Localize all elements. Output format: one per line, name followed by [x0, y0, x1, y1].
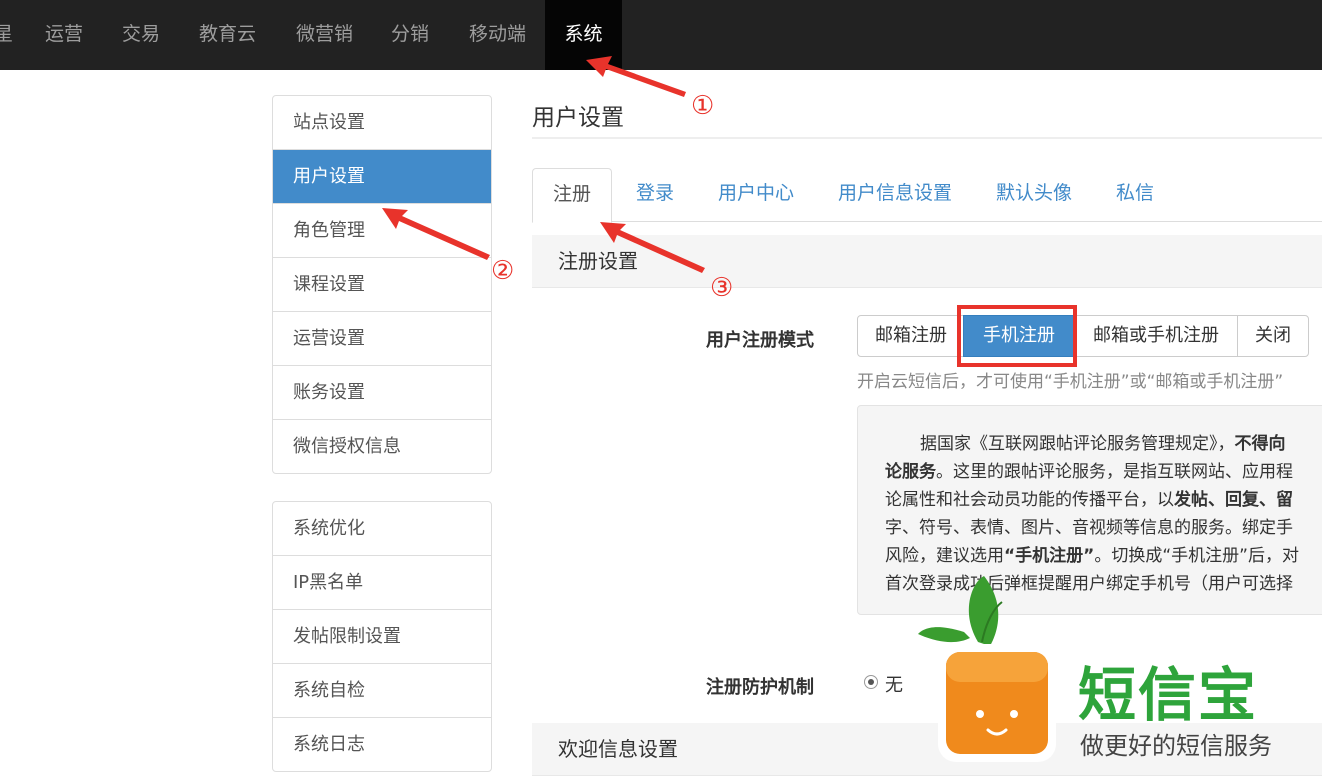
title-divider — [532, 137, 1322, 139]
section-title: 欢迎信息设置 — [558, 737, 678, 761]
sidebar-item-operation-settings[interactable]: 运营设置 — [273, 311, 491, 365]
tab-default-avatar[interactable]: 默认头像 — [996, 168, 1072, 220]
tab-user-info-settings[interactable]: 用户信息设置 — [838, 168, 952, 220]
protection-none-radio[interactable] — [864, 675, 878, 689]
sidebar-item-user-settings[interactable]: 用户设置 — [273, 149, 491, 203]
nav-item-system[interactable]: 系统 — [545, 0, 622, 70]
sidebar-item-ip-blacklist[interactable]: IP黑名单 — [273, 555, 491, 609]
nav-item-mobile[interactable]: 移动端 — [469, 0, 526, 70]
logo-slogan: 做更好的短信服务 — [1080, 732, 1272, 760]
sidebar-item-system-log[interactable]: 系统日志 — [273, 717, 491, 771]
sidebar-item-role-management[interactable]: 角色管理 — [273, 203, 491, 257]
annotation-number-2: ② — [491, 256, 515, 286]
register-mode-label: 用户注册模式 — [706, 330, 814, 351]
sms-bao-logo-icon — [918, 576, 1056, 762]
section-title: 注册设置 — [558, 249, 638, 273]
tab-user-center[interactable]: 用户中心 — [718, 168, 794, 220]
sidebar-group-system: 系统优化 IP黑名单 发帖限制设置 系统自检 系统日志 — [272, 501, 492, 772]
tab-register[interactable]: 注册 — [532, 168, 612, 223]
sidebar-group-settings: 站点设置 用户设置 角色管理 课程设置 运营设置 账务设置 微信授权信息 — [272, 95, 492, 474]
nav-item-trade[interactable]: 交易 — [122, 0, 160, 70]
register-mode-help-text: 开启云短信后，才可使用“手机注册”或“邮箱或手机注册” — [857, 372, 1284, 392]
nav-item-wechat-marketing[interactable]: 微营销 — [296, 0, 353, 70]
section-register-settings: 注册设置 — [532, 235, 1322, 288]
nav-item-distribution[interactable]: 分销 — [391, 0, 429, 70]
sidebar-item-site-settings[interactable]: 站点设置 — [273, 96, 491, 149]
sidebar-item-wechat-auth[interactable]: 微信授权信息 — [273, 419, 491, 473]
tab-login[interactable]: 登录 — [636, 168, 674, 220]
tab-private-message[interactable]: 私信 — [1116, 168, 1154, 220]
sidebar-item-system-optimize[interactable]: 系统优化 — [273, 502, 491, 555]
tabs-baseline — [532, 221, 1322, 222]
sidebar-item-post-limit[interactable]: 发帖限制设置 — [273, 609, 491, 663]
protection-label: 注册防护机制 — [706, 677, 814, 698]
page-title: 用户设置 — [532, 105, 624, 131]
logo-name: 短信宝 — [1078, 661, 1259, 729]
protection-none-label: 无 — [885, 675, 903, 696]
nav-item-operations[interactable]: 运营 — [45, 0, 83, 70]
sidebar-item-course-settings[interactable]: 课程设置 — [273, 257, 491, 311]
top-navbar: 星 运营 交易 教育云 微营销 分销 移动端 系统 — [0, 0, 1322, 70]
register-mode-email-button[interactable]: 邮箱注册 — [857, 315, 965, 357]
nav-item-partial[interactable]: 星 — [0, 0, 13, 70]
annotation-number-3: ③ — [710, 273, 734, 303]
sidebar-item-self-check[interactable]: 系统自检 — [273, 663, 491, 717]
register-mode-off-button[interactable]: 关闭 — [1237, 315, 1309, 357]
sidebar-item-finance-settings[interactable]: 账务设置 — [273, 365, 491, 419]
annotation-number-1: ① — [691, 91, 715, 121]
register-mode-email-or-phone-button[interactable]: 邮箱或手机注册 — [1073, 315, 1239, 357]
highlight-box — [957, 305, 1077, 367]
nav-item-education-cloud[interactable]: 教育云 — [199, 0, 256, 70]
